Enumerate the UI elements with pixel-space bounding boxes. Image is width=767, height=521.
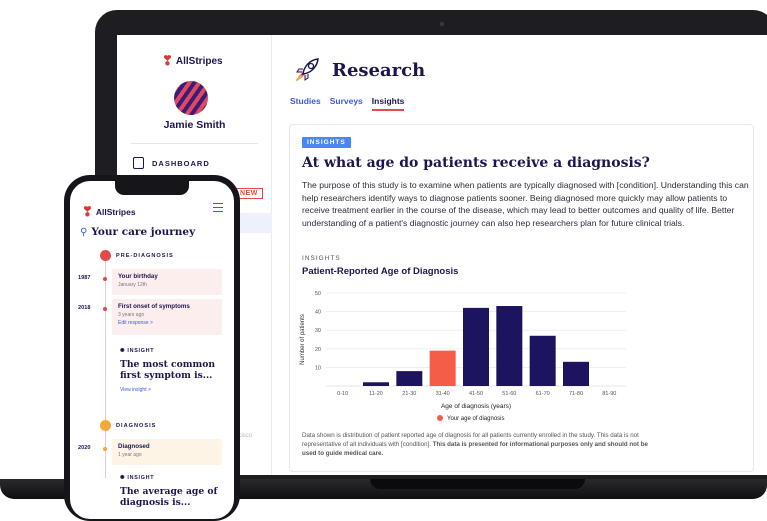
allstripes-logo-icon: ❣ <box>82 204 93 219</box>
tab-bar: Studies Surveys Insights <box>290 96 405 111</box>
event-subtitle: January 12th <box>118 282 147 288</box>
event-subtitle: 3 years ago <box>118 312 145 318</box>
insight-kicker: ✺ INSIGHT <box>120 348 154 354</box>
allstripes-logo-icon: ❣ <box>162 53 173 68</box>
y-tick-label: 40 <box>315 310 321 316</box>
chart-disclaimer: Data shown is distribution of patient re… <box>302 431 662 458</box>
bar <box>396 371 423 386</box>
timeline-dot <box>103 307 107 311</box>
timeline-dot <box>103 277 107 281</box>
laptop-trackpad-notch <box>370 479 585 489</box>
chart-title: Patient-Reported Age of Diagnosis <box>302 266 459 277</box>
sidebar-item-dashboard[interactable]: DASHBOARD <box>133 157 210 169</box>
phone-notch <box>115 181 189 195</box>
timeline-dot <box>103 447 107 451</box>
insight-card: INSIGHTS At what age do patients receive… <box>289 124 754 472</box>
insight-question: At what age do patients receive a diagno… <box>302 155 650 171</box>
x-tick-label: 31-40 <box>436 391 450 397</box>
phone-screen: ❣ AllStripes ⚲ Your care journey PRE-DIA… <box>70 181 234 519</box>
age-of-diagnosis-chart: 10 20 30 40 50 0-10 11-20 21-30 31-40 41-50 51-60 6… <box>300 291 626 422</box>
y-tick-label: 20 <box>315 347 321 353</box>
insight-title: The most common first symptom is... <box>120 359 215 381</box>
sidebar-divider <box>131 143 258 144</box>
event-year: 1987 <box>78 275 91 281</box>
care-journey-heading: ⚲ Your care journey <box>80 226 195 238</box>
legend-label: Your age of diagnosis <box>447 416 505 422</box>
event-title: First onset of symptoms <box>118 303 190 310</box>
x-tick-label: 11-20 <box>369 391 383 397</box>
insight-kicker: ✺ INSIGHT <box>120 475 154 481</box>
x-tick-label: 41-50 <box>469 391 483 397</box>
tab-insights[interactable]: Insights <box>371 96 405 111</box>
y-tick-label: 30 <box>315 328 321 334</box>
x-tick-label: 51-60 <box>502 391 516 397</box>
hamburger-menu-icon[interactable] <box>213 203 223 212</box>
avatar[interactable] <box>171 78 211 118</box>
bar <box>529 335 556 386</box>
bar <box>496 306 523 386</box>
stage-diagnosis: DIAGNOSIS <box>116 423 157 429</box>
page-title: Research <box>332 59 426 81</box>
timeline-line <box>105 258 106 478</box>
bar <box>429 350 456 386</box>
bar <box>563 361 589 386</box>
x-axis-label: Age of diagnosis (years) <box>441 403 511 410</box>
sidebar-item-label: DASHBOARD <box>152 158 210 168</box>
tab-studies[interactable]: Studies <box>290 96 321 111</box>
hourglass-icon <box>100 250 111 261</box>
brand-logo[interactable]: ❣ AllStripes <box>162 53 223 69</box>
timeline-event-birthday[interactable]: Your birthday January 12th <box>112 269 222 295</box>
journey-icon: ⚲ <box>80 226 88 238</box>
insight-title: The average age of diagnosis is... <box>120 486 218 508</box>
timeline-event-diagnosed[interactable]: Diagnosed 1 year ago <box>112 439 222 465</box>
y-axis-label: Number of patients <box>300 314 306 365</box>
x-tick-label: 61-70 <box>536 391 550 397</box>
tab-surveys[interactable]: Surveys <box>330 96 363 111</box>
chart-kicker: INSIGHTS <box>302 255 341 262</box>
bar <box>363 382 389 386</box>
insight-kicker-label: INSIGHT <box>127 348 155 354</box>
page-header: Research <box>292 55 425 85</box>
event-title: Diagnosed <box>118 443 150 450</box>
clipboard-icon <box>133 157 144 169</box>
rocket-icon <box>296 58 319 81</box>
insights-tag: INSIGHTS <box>302 137 351 148</box>
timeline-event-symptoms[interactable]: First onset of symptoms 3 years ago Edit… <box>112 299 222 335</box>
bar <box>463 307 489 386</box>
legend-marker <box>437 415 443 421</box>
edit-response-link[interactable]: Edit response > <box>118 320 216 326</box>
event-title: Your birthday <box>118 273 158 280</box>
laptop-camera <box>440 22 444 26</box>
user-name: Jamie Smith <box>163 119 226 131</box>
care-journey-title: Your care journey <box>91 226 196 238</box>
sidebar-item-active[interactable] <box>235 213 272 233</box>
event-year: 2018 <box>78 305 91 311</box>
y-tick-label: 10 <box>315 365 321 371</box>
brand-name: AllStripes <box>175 55 223 67</box>
phone-brand-logo[interactable]: ❣ AllStripes <box>82 204 136 220</box>
view-insight-link[interactable]: View insight > <box>120 387 151 393</box>
y-tick-label: 50 <box>315 291 321 297</box>
event-year: 2020 <box>78 445 91 451</box>
x-tick-label: 21-30 <box>402 391 416 397</box>
phone-brand-name: AllStripes <box>95 207 136 217</box>
insight-kicker-label: INSIGHT <box>127 475 155 481</box>
stage-pre-diagnosis: PRE-DIAGNOSIS <box>116 253 174 259</box>
event-subtitle: 1 year ago <box>118 452 142 458</box>
x-tick-label: 81-90 <box>602 391 616 397</box>
insight-description: The purpose of this study is to examine … <box>302 180 749 229</box>
diagnosis-stage-icon <box>100 420 111 431</box>
x-tick-label: 0-10 <box>337 391 348 397</box>
x-tick-label: 71-80 <box>569 391 583 397</box>
